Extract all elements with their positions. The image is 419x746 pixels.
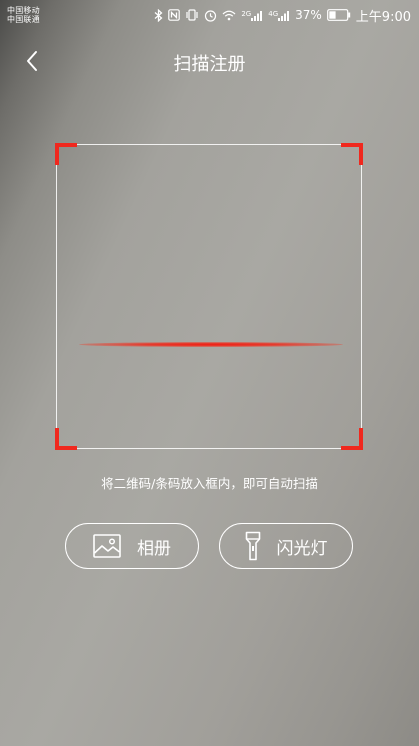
scan-corner-bottom-left xyxy=(55,428,77,450)
scan-corner-top-left xyxy=(55,143,77,165)
network-type-2: 4G xyxy=(268,9,279,18)
network-type-1: 2G xyxy=(241,9,252,18)
album-button[interactable]: 相册 xyxy=(65,523,199,569)
signal-4g-icon: 4G xyxy=(268,10,290,21)
battery-percent: 37% xyxy=(295,8,322,22)
scan-corner-bottom-right xyxy=(341,428,363,450)
flashlight-icon xyxy=(245,531,261,561)
scan-hint: 将二维码/条码放入框内，即可自动扫描 xyxy=(101,476,318,491)
alarm-icon xyxy=(204,9,217,22)
status-icons: 2G 4G 37% 上午9:00 xyxy=(154,6,411,25)
clock: 上午9:00 xyxy=(355,9,411,25)
carrier-names: 中国移动 中国联通 xyxy=(7,6,40,24)
vibrate-icon xyxy=(185,9,199,21)
status-bar: 中国移动 中国联通 2G 4G 37% 上午9:00 xyxy=(0,0,419,30)
scan-line xyxy=(79,342,343,347)
flashlight-button[interactable]: 闪光灯 xyxy=(219,523,353,569)
album-label: 相册 xyxy=(137,538,171,559)
scan-corner-top-right xyxy=(341,143,363,165)
bluetooth-icon xyxy=(154,8,163,22)
nfc-icon xyxy=(168,9,181,21)
battery-icon xyxy=(326,9,351,21)
flashlight-label: 闪光灯 xyxy=(276,538,328,559)
page-title: 扫描注册 xyxy=(173,54,246,75)
title-bar: 扫描注册 xyxy=(0,40,419,84)
wifi-icon xyxy=(222,10,236,21)
carrier-2: 中国联通 xyxy=(7,15,40,24)
image-icon xyxy=(93,534,121,558)
carrier-1: 中国移动 xyxy=(7,6,40,15)
scan-frame xyxy=(55,143,363,450)
signal-2g-icon: 2G xyxy=(241,10,263,21)
